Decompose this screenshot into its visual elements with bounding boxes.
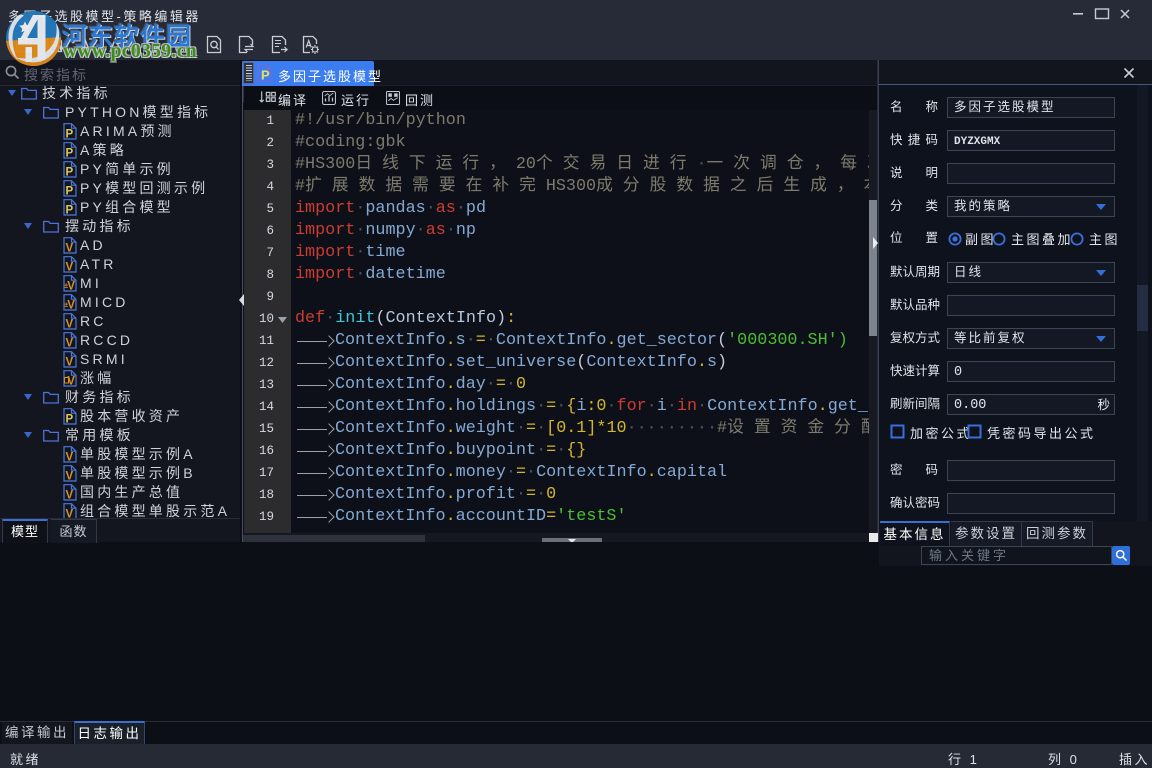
svg-text:P: P (66, 129, 74, 141)
svg-text:V: V (66, 452, 74, 464)
svg-text:P: P (66, 205, 74, 217)
svg-text:V: V (66, 509, 74, 519)
svg-text:P: P (66, 414, 74, 426)
svg-text:V: V (66, 338, 74, 350)
svg-text:V: V (67, 300, 75, 312)
svg-text:V: V (66, 490, 74, 502)
svg-text:V: V (67, 281, 75, 293)
svg-text:V: V (66, 319, 74, 331)
svg-text:V: V (66, 471, 74, 483)
svg-text:V: V (66, 243, 74, 255)
svg-text:P: P (66, 148, 74, 160)
svg-text:P: P (66, 167, 74, 179)
svg-text:P: P (66, 186, 74, 198)
svg-text:V: V (66, 357, 74, 369)
svg-text:P: P (261, 68, 270, 83)
svg-text:±: ± (64, 302, 68, 309)
svg-text:±: ± (64, 283, 68, 290)
svg-text:V: V (66, 262, 74, 274)
